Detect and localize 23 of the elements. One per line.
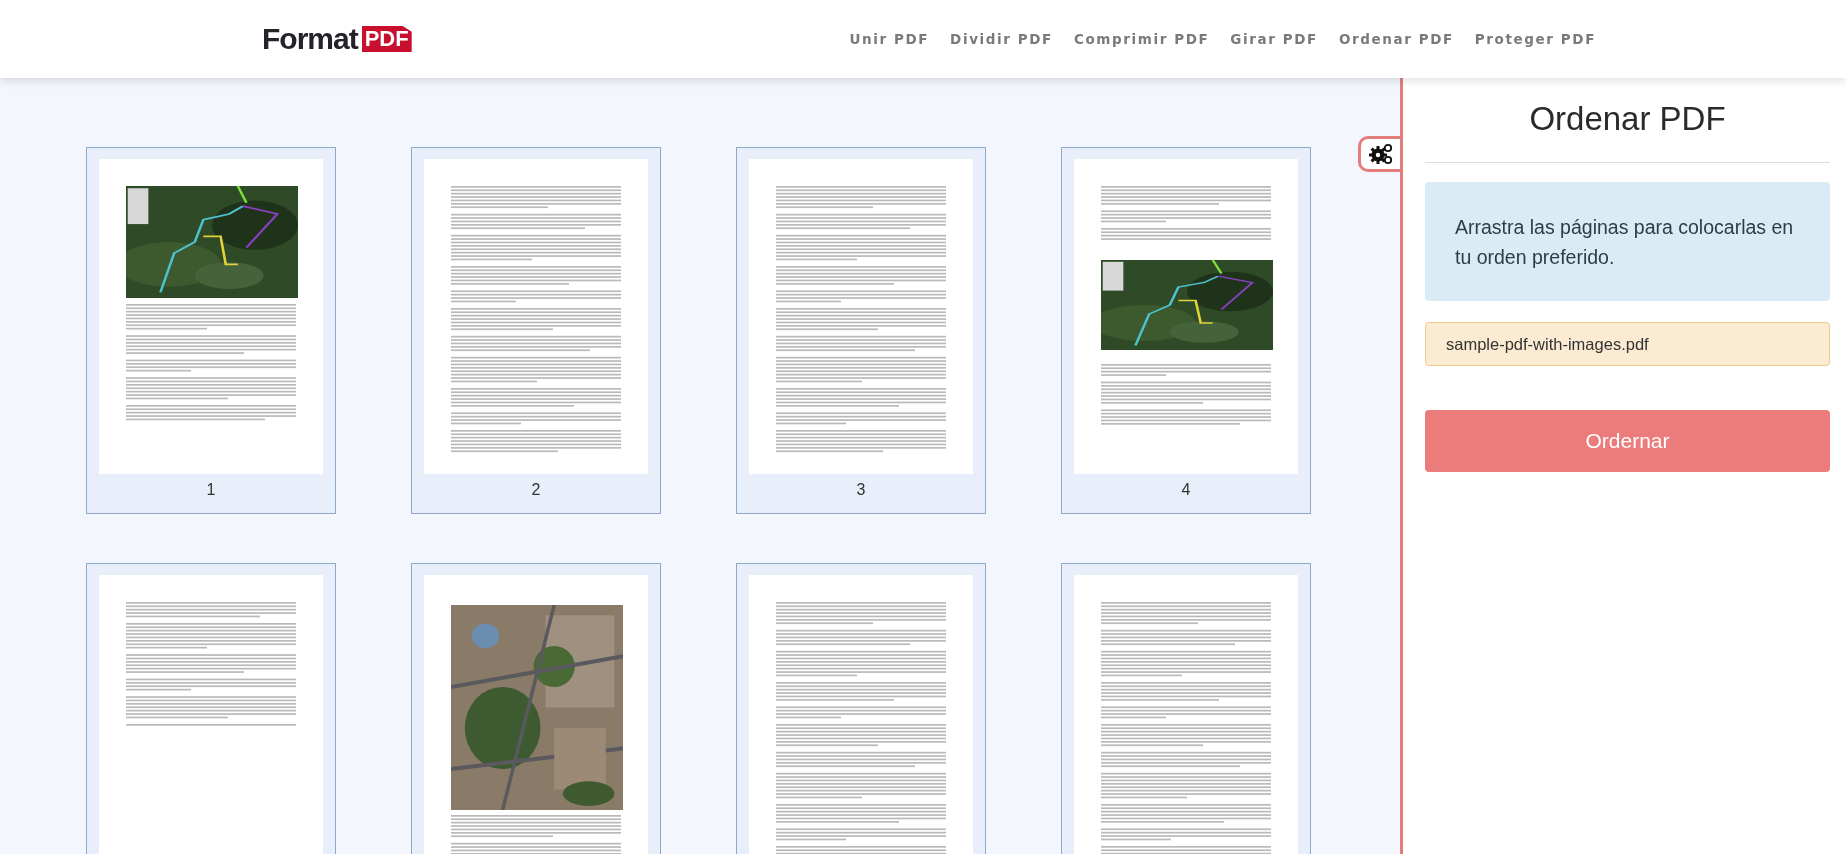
nav-link[interactable]: Ordenar PDF <box>1338 31 1454 47</box>
settings-tab[interactable] <box>1358 136 1400 172</box>
logo-badge: PDF <box>361 26 412 52</box>
nav-link[interactable]: Proteger PDF <box>1474 31 1596 47</box>
page-number: 1 <box>206 481 216 499</box>
page-card[interactable]: 3 <box>736 147 986 514</box>
page-card[interactable]: 2 <box>411 147 661 514</box>
page-number: 3 <box>856 481 866 499</box>
page-number: 2 <box>531 481 541 499</box>
file-name: sample-pdf-with-images.pdf <box>1446 334 1649 354</box>
page-card[interactable]: 4 <box>1061 147 1311 514</box>
page-number: 4 <box>1181 481 1191 499</box>
nav-link[interactable]: Comprimir PDF <box>1073 31 1210 47</box>
panel-title: Ordenar PDF <box>1528 100 1727 138</box>
instructions-text: Arrastra las páginas para colocarlas en tu orden preferido. <box>1455 214 1795 270</box>
nav-link[interactable]: Dividir PDF <box>950 31 1053 47</box>
logo[interactable]: Format PDF <box>262 24 412 54</box>
order-button[interactable]: Ordernar <box>1425 410 1830 472</box>
nav-link[interactable]: Unir PDF <box>849 31 930 47</box>
settings-icon <box>1368 143 1393 165</box>
nav-link[interactable]: Girar PDF <box>1230 31 1318 47</box>
page-card[interactable]: 1 <box>86 147 336 514</box>
logo-word: Format <box>262 24 358 54</box>
